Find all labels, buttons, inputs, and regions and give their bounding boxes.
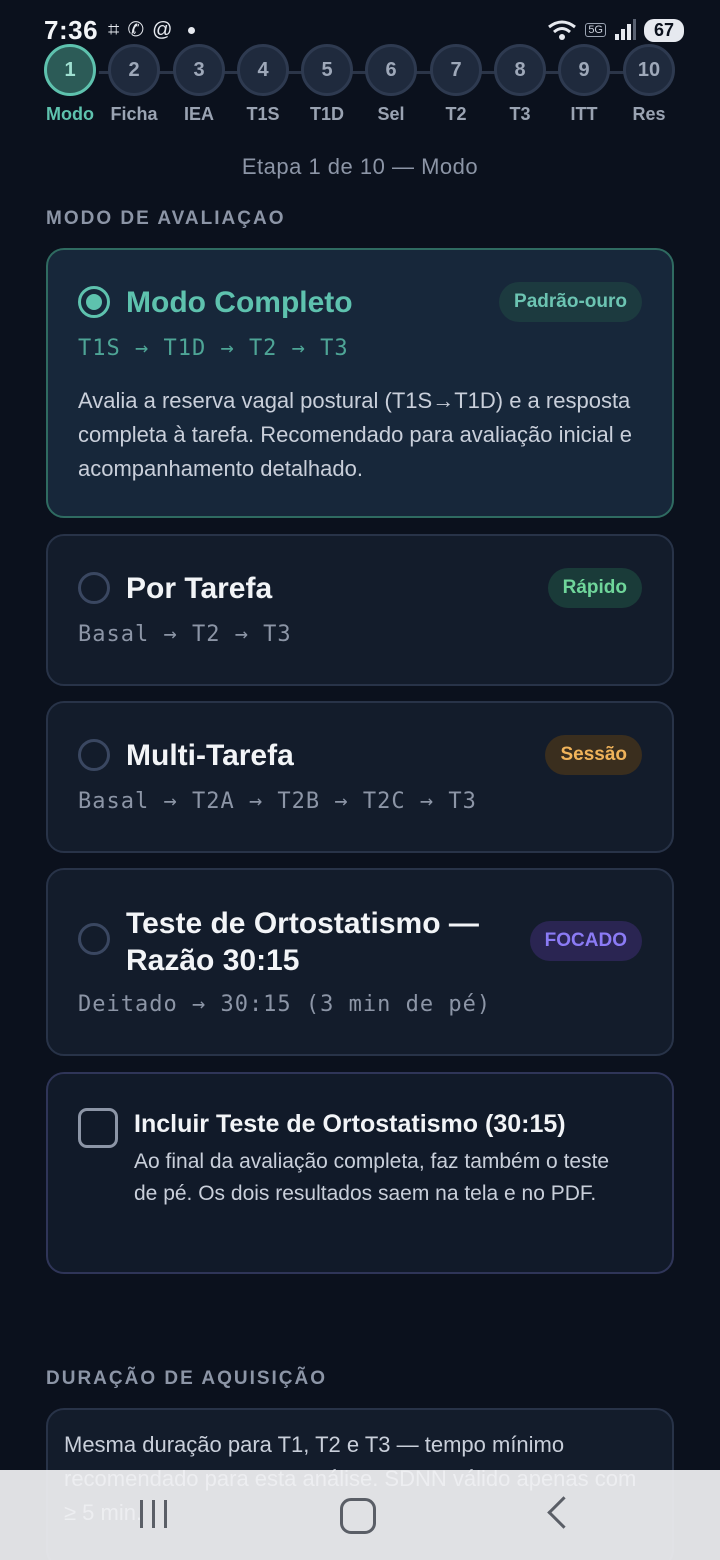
step-label: Ficha xyxy=(110,104,158,124)
mode-option-orthostatic[interactable]: Teste de Ortostatismo — Razão 30:15 FOCA… xyxy=(46,868,674,1056)
wifi-icon xyxy=(548,20,577,40)
step-8[interactable]: 8 T3 xyxy=(488,44,552,125)
step-number: 6 xyxy=(365,44,417,96)
step-number: 3 xyxy=(173,44,225,96)
include-orthostatic-checkbox[interactable] xyxy=(78,1108,118,1148)
back-button[interactable] xyxy=(530,1492,590,1536)
step-label: T2 xyxy=(445,104,467,124)
more-notifications-icon xyxy=(188,26,196,34)
step-10[interactable]: 10 Res xyxy=(617,44,681,125)
threads-icon: @ xyxy=(152,19,173,41)
duration-section-title: DURAÇÃO DE AQUISIÇÃO xyxy=(46,1368,328,1389)
status-time: 7:36 xyxy=(44,14,99,45)
step-label: T3 xyxy=(509,104,531,124)
mode-badge: Padrão-ouro xyxy=(499,282,642,322)
system-navigation-bar xyxy=(0,1470,720,1560)
mode-option-multi-task[interactable]: Multi-Tarefa Sessão Basal → T2A → T2B → … xyxy=(46,701,674,853)
step-7[interactable]: 7 T2 xyxy=(424,44,488,125)
step-number: 8 xyxy=(494,44,546,96)
step-number: 7 xyxy=(430,44,482,96)
signal-icon xyxy=(615,19,636,40)
include-orthostatic-option[interactable]: Incluir Teste de Ortostatismo (30:15) Ao… xyxy=(46,1072,674,1274)
system-icons: 5G 67 xyxy=(547,18,684,42)
step-number: 9 xyxy=(558,44,610,96)
step-label: Res xyxy=(632,104,666,124)
include-orthostatic-label: Incluir Teste de Ortostatismo (30:15) xyxy=(134,1110,566,1138)
step-number: 10 xyxy=(623,44,675,96)
radio-empty-icon[interactable] xyxy=(78,923,110,955)
mode-description: Avalia a reserva vagal postural (T1S→T1D… xyxy=(78,388,632,481)
mode-flow: T1S → T1D → T2 → T3 xyxy=(78,336,349,361)
step-number: 2 xyxy=(108,44,160,96)
step-2[interactable]: 2 Ficha xyxy=(102,44,166,125)
step-1[interactable]: 1 Modo xyxy=(38,44,102,125)
recents-button[interactable] xyxy=(124,1492,184,1536)
step-progress-text: Etapa 1 de 10 — Modo xyxy=(241,154,479,179)
mode-badge: Sessão xyxy=(545,735,642,775)
step-label: T1S xyxy=(246,104,280,124)
radio-empty-icon[interactable] xyxy=(78,739,110,771)
mode-title: Por Tarefa xyxy=(126,572,273,605)
mode-title: Multi-Tarefa xyxy=(126,739,294,772)
mode-flow: Basal → T2 → T3 xyxy=(78,622,292,647)
step-label: Modo xyxy=(46,104,94,124)
mode-title: Modo Completo xyxy=(126,286,353,319)
step-label: IEA xyxy=(183,104,214,124)
screenshot-icon: ⌗ xyxy=(108,19,120,41)
mode-option-by-task[interactable]: Por Tarefa Rápido Basal → T2 → T3 xyxy=(46,534,674,686)
step-label: Sel xyxy=(377,104,405,124)
mode-flow: Basal → T2A → T2B → T2C → T3 xyxy=(78,789,477,814)
step-9[interactable]: 9 ITT xyxy=(552,44,616,125)
step-4[interactable]: 4 T1S xyxy=(231,44,295,125)
home-button[interactable] xyxy=(326,1492,386,1536)
battery-level: 67 xyxy=(644,18,684,42)
step-5[interactable]: 5 T1D xyxy=(295,44,359,125)
step-number: 1 xyxy=(44,44,96,96)
step-number: 4 xyxy=(237,44,289,96)
step-6[interactable]: 6 Sel xyxy=(359,44,423,125)
mode-section-title: MODO DE AVALIAÇAO xyxy=(46,208,286,229)
radio-empty-icon[interactable] xyxy=(78,572,110,604)
network-type: 5G xyxy=(585,23,606,37)
radio-selected-icon[interactable] xyxy=(78,286,110,318)
step-label: T1D xyxy=(309,104,344,124)
mode-title-line1: Teste de Ortostatismo — xyxy=(126,907,479,940)
step-3[interactable]: 3 IEA xyxy=(167,44,231,125)
step-number: 5 xyxy=(301,44,353,96)
include-orthostatic-description: Ao final da avaliação completa, faz tamb… xyxy=(134,1150,610,1205)
step-label: ITT xyxy=(570,104,598,124)
mode-badge: Rápido xyxy=(547,568,642,608)
step-progress: 1 Modo 2 Ficha 3 IEA 4 T1S 5 T1D 6 Sel 7… xyxy=(38,44,684,134)
mode-option-complete[interactable]: Modo Completo Padrão-ouro T1S → T1D → T2… xyxy=(46,248,674,518)
mode-flow: Deitado → 30:15 (3 min de pé) xyxy=(78,992,492,1017)
mode-badge: FOCADO xyxy=(529,921,642,961)
whatsapp-icon: ✆ xyxy=(127,19,145,41)
notification-icons: ⌗ ✆ @ xyxy=(108,19,196,41)
mode-title-line2: Razão 30:15 xyxy=(126,944,300,977)
